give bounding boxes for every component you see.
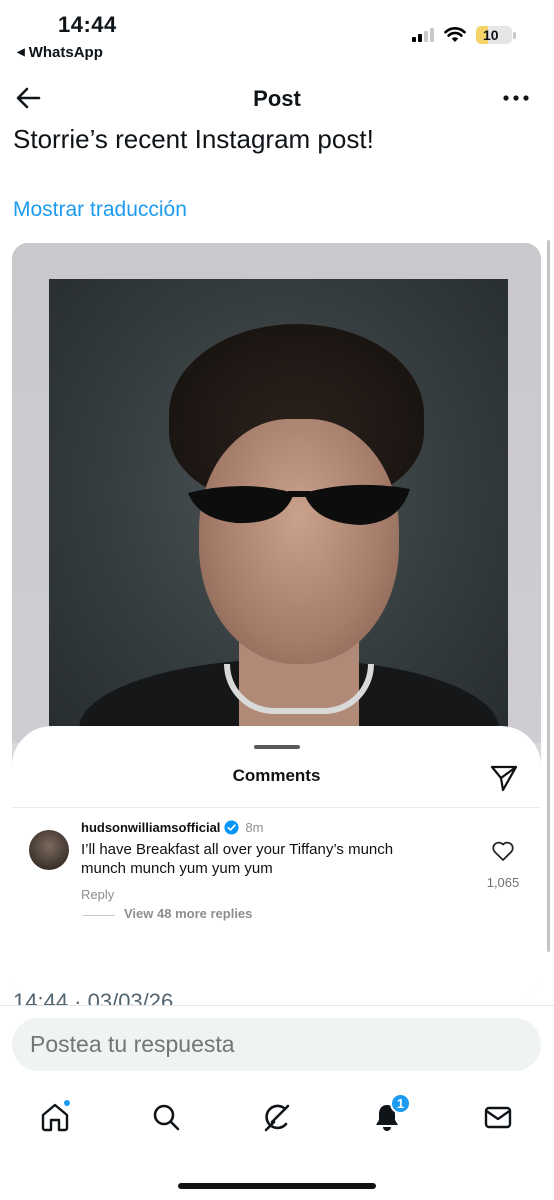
post-media[interactable]: Comments hudsonwilliamsofficial 8m I’ll … (12, 243, 541, 995)
divider (12, 807, 541, 808)
comment-username[interactable]: hudsonwilliamsofficial (81, 820, 220, 835)
reply-input[interactable] (12, 1018, 541, 1071)
view-replies-button[interactable]: View 48 more replies (124, 906, 252, 921)
comment-text: I’ll have Breakfast all over your Tiffan… (81, 841, 394, 877)
send-icon[interactable] (489, 763, 519, 793)
show-translation-link[interactable]: Mostrar traducción (13, 198, 187, 222)
nav-notifications[interactable]: 1 (367, 1093, 411, 1137)
post-timestamp-text: 14:44 · 03/03/26 (13, 989, 174, 1005)
status-time: 14:44 (58, 12, 117, 37)
grok-icon (264, 1104, 290, 1132)
status-icons: 10 (412, 26, 516, 44)
nav-home[interactable] (35, 1097, 75, 1137)
wifi-icon (444, 27, 466, 42)
search-icon (153, 1104, 180, 1131)
like-count: 1,065 (486, 875, 520, 890)
reply-button[interactable]: Reply (81, 887, 114, 902)
post-timestamp: 14:44 · 03/03/26 (13, 988, 313, 1005)
verified-badge-icon (224, 820, 239, 835)
battery-level: 10 (483, 27, 499, 43)
more-horizontal-icon[interactable] (502, 88, 530, 108)
portrait-photo (49, 279, 508, 749)
scrollbar[interactable] (547, 240, 550, 952)
back-to-app-link[interactable]: ◀ WhatsApp (17, 44, 103, 61)
bottom-nav: 1 (0, 1085, 554, 1200)
nav-search[interactable] (146, 1097, 186, 1137)
messages-icon (484, 1106, 512, 1129)
back-triangle-icon: ◀ (17, 47, 25, 58)
comment-time: 8m (245, 820, 264, 835)
battery-indicator: 10 (476, 26, 512, 44)
nav-messages[interactable] (478, 1097, 518, 1137)
notifications-badge: 1 (390, 1093, 411, 1114)
sheet-grabber[interactable] (254, 745, 300, 749)
comment-header: hudsonwilliamsofficial 8m (81, 820, 263, 835)
page-title: Post (253, 86, 301, 111)
comments-title: Comments (232, 766, 321, 785)
replies-line (83, 915, 115, 916)
post-header: Post (0, 78, 554, 120)
status-bar: 14:44 ◀ WhatsApp 10 (0, 0, 554, 70)
home-unread-dot (63, 1099, 71, 1107)
reply-bar (0, 1005, 554, 1085)
post-text: Storrie’s recent Instagram post! (13, 124, 374, 154)
heart-icon[interactable] (491, 840, 515, 862)
cellular-signal-icon (412, 28, 434, 42)
nav-grok[interactable] (257, 1097, 297, 1137)
back-app-label: WhatsApp (28, 44, 103, 61)
home-indicator (178, 1183, 376, 1189)
comments-sheet: Comments hudsonwilliamsofficial 8m I’ll … (12, 726, 541, 995)
avatar[interactable] (29, 830, 69, 870)
